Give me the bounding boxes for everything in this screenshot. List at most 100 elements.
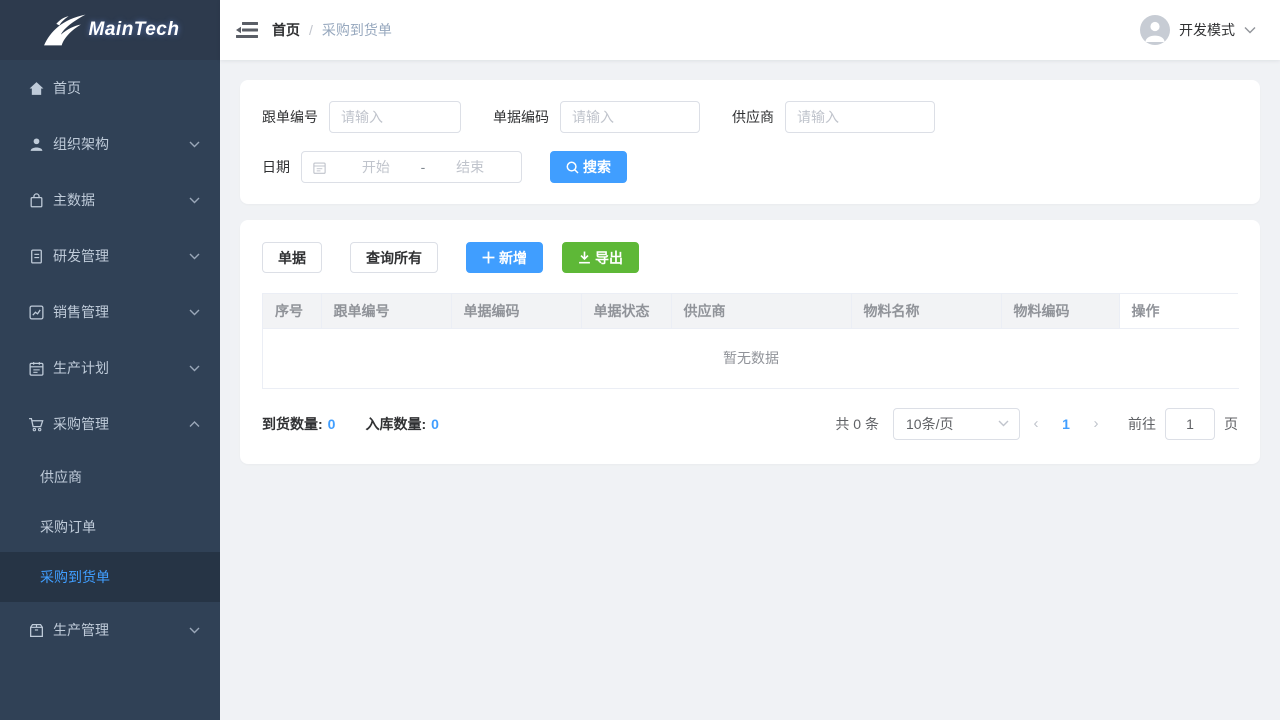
search-button[interactable]: 搜索 (550, 151, 627, 183)
page-size-select[interactable]: 10条/页 (893, 408, 1020, 440)
sidebar-item-rd-management[interactable]: 研发管理 (0, 228, 220, 284)
document-icon (28, 248, 45, 265)
inbound-qty-label: 入库数量: (365, 416, 426, 432)
date-range-picker[interactable]: 开始 - 结束 (301, 151, 522, 183)
search-button-label: 搜索 (583, 157, 611, 177)
main-content: 跟单编号 单据编码 供应商 日期 开始 - 结束 (220, 60, 1280, 720)
chevron-down-icon (1244, 26, 1256, 34)
sidebar-subitem-purchase-order[interactable]: 采购订单 (0, 502, 220, 552)
date-start-placeholder[interactable]: 开始 (335, 157, 417, 177)
inbound-qty-value: 0 (431, 416, 439, 432)
goto-label: 前往 (1128, 414, 1156, 434)
table-header-row: 序号 跟单编号 单据编码 单据状态 供应商 物料名称 物料编码 操作 (263, 294, 1239, 328)
supplier-label: 供应商 (732, 107, 774, 127)
date-end-placeholder[interactable]: 结束 (429, 157, 511, 177)
totals: 到货数量: 0 入库数量: 0 (262, 414, 439, 434)
sidebar-subitem-label: 采购订单 (40, 517, 96, 537)
sidebar: MainTech 首页 组织架构 主数据 研发管理 销售管理 生 (0, 0, 220, 720)
data-panel: 单据 查询所有 新增 导出 序号 (240, 220, 1260, 464)
pagination-total: 共 0 条 (835, 414, 879, 434)
sidebar-item-organization[interactable]: 组织架构 (0, 116, 220, 172)
breadcrumb-separator: / (309, 22, 313, 38)
box-icon (28, 622, 45, 639)
col-header-material-name: 物料名称 (851, 294, 1001, 328)
col-header-supplier: 供应商 (671, 294, 851, 328)
sidebar-item-production-plan[interactable]: 生产计划 (0, 340, 220, 396)
chevron-down-icon (189, 197, 200, 204)
arrival-qty: 到货数量: 0 (262, 414, 335, 434)
sidebar-subitem-label: 采购到货单 (40, 567, 110, 587)
table-footer: 到货数量: 0 入库数量: 0 共 0 条 10条/页 ‹ 1 › 前往 页 (262, 408, 1238, 440)
sidebar-collapse-icon[interactable] (236, 19, 258, 41)
chevron-down-icon (998, 420, 1009, 427)
sidebar-item-label: 组织架构 (53, 134, 189, 154)
add-button-label: 新增 (499, 248, 527, 268)
page-suffix-label: 页 (1224, 414, 1238, 434)
query-all-button-label: 查询所有 (366, 248, 422, 268)
sidebar-item-label: 生产计划 (53, 358, 189, 378)
chart-icon (28, 304, 45, 321)
data-table: 序号 跟单编号 单据编码 单据状态 供应商 物料名称 物料编码 操作 暂无数据 (262, 293, 1238, 389)
goto-page-input[interactable] (1165, 408, 1215, 440)
breadcrumb-home-link[interactable]: 首页 (272, 20, 300, 40)
empty-row: 暂无数据 (263, 328, 1239, 388)
supplier-input[interactable] (785, 101, 935, 133)
query-all-button[interactable]: 查询所有 (350, 242, 438, 273)
calendar-icon (312, 160, 327, 175)
home-icon (28, 80, 45, 97)
user-icon (28, 136, 45, 153)
pagination: 共 0 条 10条/页 ‹ 1 › 前往 页 (835, 408, 1238, 440)
sidebar-item-label: 生产管理 (53, 620, 189, 640)
dev-mode-label: 开发模式 (1179, 20, 1235, 40)
breadcrumb-current: 采购到货单 (322, 20, 392, 40)
col-header-doc-status: 单据状态 (581, 294, 671, 328)
toolbar: 单据 查询所有 新增 导出 (262, 242, 1238, 273)
doc-code-input[interactable] (560, 101, 700, 133)
sidebar-item-production-management[interactable]: 生产管理 (0, 602, 220, 658)
export-button-label: 导出 (595, 248, 623, 268)
col-header-material-code: 物料编码 (1001, 294, 1119, 328)
logo-swoosh-icon (41, 13, 87, 47)
chevron-down-icon (189, 253, 200, 260)
doc-button-label: 单据 (278, 248, 306, 268)
sidebar-item-label: 主数据 (53, 190, 189, 210)
plus-icon (482, 251, 495, 264)
arrival-qty-value: 0 (328, 416, 336, 432)
sidebar-item-label: 首页 (53, 78, 200, 98)
app-logo: MainTech (0, 0, 220, 60)
sidebar-item-home[interactable]: 首页 (0, 60, 220, 116)
sidebar-item-sales-management[interactable]: 销售管理 (0, 284, 220, 340)
prev-page-icon[interactable]: ‹ (1020, 415, 1052, 432)
tracking-no-label: 跟单编号 (262, 107, 318, 127)
search-icon (566, 161, 579, 174)
col-header-tracking-no: 跟单编号 (321, 294, 451, 328)
tracking-no-input[interactable] (329, 101, 461, 133)
sidebar-subitem-supplier[interactable]: 供应商 (0, 452, 220, 502)
logo-text: MainTech (89, 19, 180, 41)
avatar (1140, 15, 1170, 45)
supplier-field: 供应商 (732, 101, 935, 133)
chevron-up-icon (189, 421, 200, 428)
user-menu[interactable]: 开发模式 (1140, 15, 1280, 45)
filter-panel: 跟单编号 单据编码 供应商 日期 开始 - 结束 (240, 80, 1260, 204)
add-button[interactable]: 新增 (466, 242, 543, 273)
sidebar-subitem-purchase-arrival[interactable]: 采购到货单 (0, 552, 220, 602)
filter-row-1: 跟单编号 单据编码 供应商 (262, 101, 1238, 133)
arrival-qty-label: 到货数量: (262, 416, 323, 432)
date-label: 日期 (262, 157, 290, 177)
col-header-actions: 操作 (1119, 294, 1239, 328)
top-header: 首页 / 采购到货单 开发模式 (220, 0, 1280, 60)
sidebar-item-master-data[interactable]: 主数据 (0, 172, 220, 228)
sidebar-subitem-label: 供应商 (40, 467, 82, 487)
chevron-down-icon (189, 365, 200, 372)
sidebar-menu: 首页 组织架构 主数据 研发管理 销售管理 生产计划 (0, 60, 220, 658)
doc-button[interactable]: 单据 (262, 242, 322, 273)
next-page-icon[interactable]: › (1080, 415, 1112, 432)
page-number-1[interactable]: 1 (1052, 416, 1080, 432)
doc-code-label: 单据编码 (493, 107, 549, 127)
calendar-icon (28, 360, 45, 377)
sidebar-item-procurement-management[interactable]: 采购管理 (0, 396, 220, 452)
cart-icon (28, 416, 45, 433)
col-header-seq: 序号 (263, 294, 321, 328)
export-button[interactable]: 导出 (562, 242, 639, 273)
